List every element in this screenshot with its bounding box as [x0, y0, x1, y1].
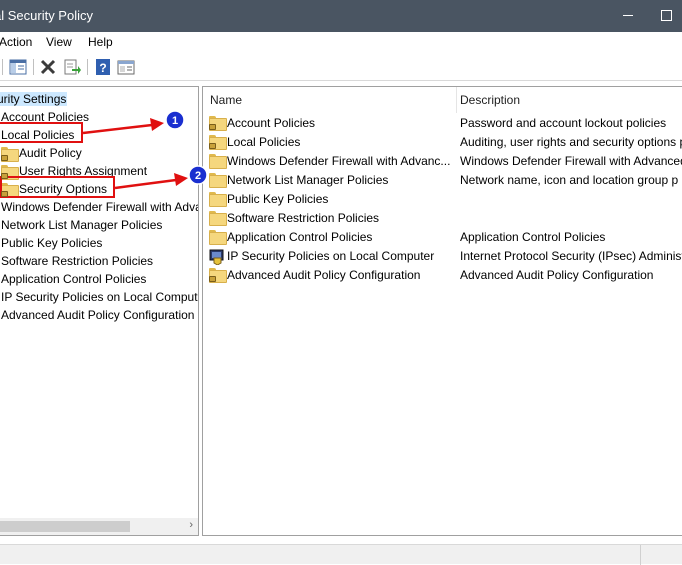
tree-item-label: Application Control Policies — [1, 272, 147, 286]
tree-pane[interactable]: urity Settings Account Policies Local Po… — [0, 86, 199, 536]
window-title: al Security Policy — [0, 8, 93, 23]
tree-item-windows-defender-firewall[interactable]: Windows Defender Firewall with Adva — [0, 198, 199, 216]
toolbar: ? — [0, 53, 682, 81]
toolbar-separator — [87, 59, 88, 75]
tree-root-label: urity Settings — [0, 92, 68, 106]
row-description: Internet Protocol Security (IPsec) Admin… — [460, 249, 682, 263]
locked-folder-icon — [1, 147, 19, 162]
tree-item-label: Public Key Policies — [1, 236, 103, 250]
folder-icon — [209, 211, 227, 226]
tree-item-label: Account Policies — [1, 110, 90, 124]
tree-item-label: User Rights Assignment — [19, 164, 148, 178]
tree-item-label: Advanced Audit Policy Configuration — [1, 308, 195, 322]
tree-item-label: Software Restriction Policies — [1, 254, 154, 268]
row-description: Network name, icon and location group p — [460, 173, 679, 187]
row-name: IP Security Policies on Local Computer — [227, 249, 435, 263]
delete-icon[interactable] — [38, 57, 58, 77]
tree-item-label: Security Options — [19, 182, 108, 196]
locked-folder-icon — [209, 116, 227, 131]
help-icon[interactable]: ? — [93, 57, 113, 77]
row-description: Auditing, user rights and security optio… — [460, 135, 682, 149]
row-name: Advanced Audit Policy Configuration — [227, 268, 421, 282]
list-row-account-policies[interactable]: Account Policies Password and account lo… — [203, 114, 682, 133]
list-row-windows-defender-firewall[interactable]: Windows Defender Firewall with Advanc...… — [203, 152, 682, 171]
scroll-right-arrow-icon[interactable]: › — [189, 519, 193, 531]
row-name: Public Key Policies — [227, 192, 329, 206]
tree-item-application-control[interactable]: Application Control Policies — [0, 270, 147, 288]
tree-item-label: Audit Policy — [19, 146, 82, 160]
export-list-icon[interactable] — [62, 57, 82, 77]
tree-item-label: Windows Defender Firewall with Adva — [1, 200, 199, 214]
show-hide-tree-icon[interactable] — [8, 57, 28, 77]
row-description: Application Control Policies — [460, 230, 606, 244]
list-row-advanced-audit[interactable]: Advanced Audit Policy Configuration Adva… — [203, 266, 682, 285]
list-row-application-control[interactable]: Application Control Policies Application… — [203, 228, 682, 247]
row-name: Network List Manager Policies — [227, 173, 389, 187]
minimize-button[interactable] — [618, 5, 638, 25]
row-description: Advanced Audit Policy Configuration — [460, 268, 654, 282]
column-divider[interactable] — [456, 87, 457, 113]
column-header-name[interactable]: Name — [210, 87, 242, 113]
row-name: Software Restriction Policies — [227, 211, 380, 225]
row-description: Password and account lockout policies — [460, 116, 667, 130]
folder-icon — [209, 173, 227, 188]
tree-item-local-policies[interactable]: Local Policies — [0, 126, 75, 144]
tree-item-advanced-audit[interactable]: Advanced Audit Policy Configuration — [0, 306, 195, 324]
maximize-button[interactable] — [656, 5, 676, 25]
properties-icon[interactable] — [116, 57, 136, 77]
row-name: Application Control Policies — [227, 230, 373, 244]
folder-icon — [209, 192, 227, 207]
status-bar-divider — [640, 545, 641, 565]
horizontal-scrollbar[interactable]: › — [0, 518, 198, 535]
folder-icon — [209, 154, 227, 169]
menu-view[interactable]: View — [46, 35, 72, 49]
menu-action[interactable]: Action — [0, 35, 32, 49]
list-row-network-list-manager[interactable]: Network List Manager Policies Network na… — [203, 171, 682, 190]
row-name: Account Policies — [227, 116, 316, 130]
title-bar: al Security Policy — [0, 0, 682, 32]
row-name: Windows Defender Firewall with Advanc... — [227, 154, 451, 168]
locked-folder-icon — [209, 268, 227, 283]
tree-item-label: Network List Manager Policies — [1, 218, 163, 232]
toolbar-separator — [2, 59, 3, 75]
list-row-public-key-policies[interactable]: Public Key Policies — [203, 190, 682, 209]
locked-folder-icon — [1, 165, 19, 180]
folder-icon — [209, 230, 227, 245]
row-description: Windows Defender Firewall with Advanced — [460, 154, 682, 168]
tree-item-network-list-manager[interactable]: Network List Manager Policies — [0, 216, 163, 234]
tree-item-ip-security[interactable]: IP Security Policies on Local Compute — [0, 288, 199, 306]
tree-item-label: IP Security Policies on Local Compute — [1, 290, 199, 304]
locked-folder-icon — [209, 135, 227, 150]
menu-help[interactable]: Help — [88, 35, 113, 49]
tree-item-public-key-policies[interactable]: Public Key Policies — [0, 234, 103, 252]
list-row-local-policies[interactable]: Local Policies Auditing, user rights and… — [203, 133, 682, 152]
tree-root-security-settings[interactable]: urity Settings — [0, 90, 68, 108]
svg-text:?: ? — [99, 61, 106, 75]
locked-folder-icon — [1, 183, 19, 198]
tree-item-label: Local Policies — [1, 128, 75, 142]
list-pane[interactable]: Name Description Account Policies Passwo… — [202, 86, 682, 536]
scrollbar-thumb[interactable] — [0, 521, 130, 532]
list-row-ip-security[interactable]: IP Security Policies on Local Computer I… — [203, 247, 682, 266]
toolbar-separator — [33, 59, 34, 75]
menu-bar: Action View Help — [0, 32, 682, 53]
status-bar — [0, 544, 682, 565]
list-row-software-restriction[interactable]: Software Restriction Policies — [203, 209, 682, 228]
column-header-description[interactable]: Description — [460, 87, 520, 113]
tree-item-account-policies[interactable]: Account Policies — [0, 108, 90, 126]
tree-item-software-restriction[interactable]: Software Restriction Policies — [0, 252, 154, 270]
row-name: Local Policies — [227, 135, 301, 149]
